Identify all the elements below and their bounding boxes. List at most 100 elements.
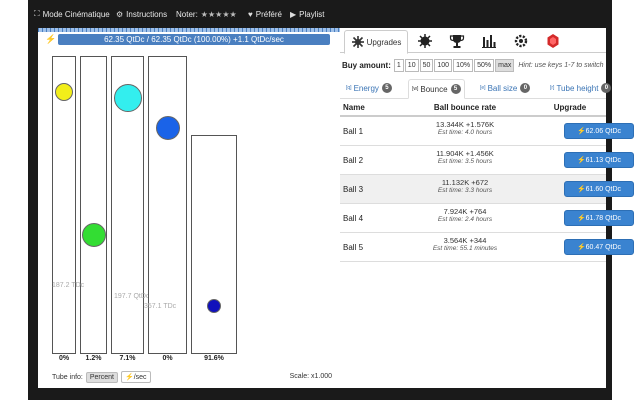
game-content: ⚡ 62.35 QtDc / 62.35 QtDc (100.00%) +1.1… — [38, 28, 634, 388]
subtab-label: Ball size — [487, 83, 518, 93]
upgrades-table: Name Ball bounce rate Upgrade Ball 1 13.… — [340, 99, 634, 262]
playlist-label: Playlist — [299, 9, 325, 19]
instructions-button[interactable]: ⚙ Instructions — [116, 8, 167, 20]
rate-value: 13.344K +1.576K — [435, 120, 495, 129]
table-row: Ball 3 11.132K +672 Est time: 3.3 hours … — [340, 175, 634, 204]
rate-est-time: Est time: 55.1 minutes — [432, 245, 498, 252]
rate-est-time: Est time: 2.4 hours — [437, 216, 493, 223]
tube-5 — [191, 135, 237, 354]
heart-icon: ♥ — [248, 9, 253, 19]
ball-name: Ball 4 — [343, 214, 364, 223]
game-window: ⛶ Mode Cinématique ⚙ Instructions Noter:… — [28, 0, 634, 400]
buy-amount-100[interactable]: 100 — [434, 58, 453, 72]
rating-stars[interactable]: ★★★★★ — [201, 10, 237, 19]
subtab-label: Bounce — [420, 84, 448, 94]
upgrade-button[interactable]: ⚡61.13 QtDc — [564, 152, 634, 168]
rating-label: Noter: — [176, 9, 198, 19]
buy-amount-10[interactable]: 10 — [404, 58, 419, 72]
energy-ruler — [38, 28, 340, 32]
playlist-button[interactable]: ▶ Playlist — [290, 8, 325, 20]
play-icon: ▶ — [290, 9, 297, 19]
buy-amount-50[interactable]: 50 — [419, 58, 434, 72]
subtab-ball-size[interactable]: [e] Ball size 0 — [480, 79, 531, 97]
tube-info-per-sec-button[interactable]: ⚡/sec — [121, 371, 151, 383]
rate-cell: 13.344K +1.576K Est time: 4.0 hours — [406, 117, 524, 136]
bar-chart-icon — [482, 35, 496, 48]
tab-trophies[interactable] — [444, 30, 470, 52]
rate-value: 3.564K +344 — [443, 236, 487, 245]
count-badge: 0 — [601, 83, 612, 93]
rate-est-time: Est time: 4.0 hours — [437, 129, 493, 136]
cinematic-mode-button[interactable]: ⛶ Mode Cinématique — [34, 8, 110, 20]
splat-icon — [418, 34, 432, 48]
table-header: Name Ball bounce rate Upgrade — [340, 99, 606, 117]
ball-name: Ball 2 — [343, 156, 364, 165]
favorite-button[interactable]: ♥ Préféré — [248, 8, 282, 20]
tab-upgrades[interactable]: Upgrades — [344, 30, 408, 54]
upgrade-button[interactable]: ⚡61.78 QtDc — [564, 210, 634, 226]
tube-label: 197.7 QtDc — [114, 293, 150, 300]
rate-est-time: Est time: 3.3 hours — [437, 187, 493, 194]
upgrade-button[interactable]: ⚡60.47 QtDc — [564, 239, 634, 255]
tube-info-percent-button[interactable]: Percent — [85, 371, 118, 383]
buy-amount-max[interactable]: max — [495, 58, 515, 72]
subtab-energy[interactable]: [q] Energy 5 — [346, 79, 392, 97]
buy-amount-row: Buy amount: 1 10 50 100 10% 50% max Hint… — [342, 58, 604, 72]
tube-info-label: Tube info: — [52, 373, 83, 381]
rating-widget[interactable]: Noter: ★★★★★ — [176, 8, 237, 20]
tubes-panel: ⚡ 62.35 QtDc / 62.35 QtDc (100.00%) +1.1… — [38, 28, 340, 388]
ruby-icon — [547, 34, 559, 48]
scale-readout: Scale: x1.000 — [289, 373, 332, 380]
tab-settings[interactable] — [508, 30, 534, 52]
ball-4 — [155, 115, 180, 140]
subtab-key: [r] — [550, 85, 555, 91]
buy-amount-50-percent[interactable]: 50% — [474, 58, 495, 72]
rate-cell: 11.904K +1.456K Est time: 3.5 hours — [406, 146, 524, 165]
subtab-label: Energy — [353, 83, 379, 93]
rate-value: 7.924K +764 — [443, 207, 487, 216]
expand-icon: ⛶ — [34, 9, 40, 18]
table-row: Ball 2 11.904K +1.456K Est time: 3.5 hou… — [340, 146, 634, 175]
ball-2 — [81, 222, 106, 247]
subtab-key: [e] — [480, 85, 486, 91]
top-toolbar: ⛶ Mode Cinématique ⚙ Instructions Noter:… — [28, 0, 612, 28]
rate-cell: 7.924K +764 Est time: 2.4 hours — [406, 204, 524, 223]
tube-info: Tube info: Percent ⚡/sec — [52, 370, 151, 384]
ball-name: Ball 1 — [343, 127, 364, 136]
tube-percent: 91.6% — [204, 355, 224, 362]
tab-gems[interactable] — [540, 30, 566, 52]
upgrade-button[interactable]: ⚡61.60 QtDc — [564, 181, 634, 197]
gear-icon: ⚙ — [116, 9, 124, 19]
favorite-label: Préféré — [255, 9, 282, 19]
ball-name: Ball 5 — [343, 243, 364, 252]
subtab-bounce[interactable]: [w] Bounce 5 — [408, 79, 465, 99]
instructions-label: Instructions — [126, 9, 168, 19]
buy-amount-label: Buy amount: — [342, 60, 391, 70]
header-rate: Ball bounce rate — [433, 103, 497, 112]
buy-amount-10-percent[interactable]: 10% — [453, 58, 474, 72]
burst-icon — [351, 36, 364, 48]
rate-est-time: Est time: 3.5 hours — [437, 158, 493, 165]
subtab-key: [q] — [346, 85, 352, 91]
ball-name: Ball 3 — [343, 185, 364, 194]
upgrades-panel: Upgrades Buy amount: 1 10 50 100 10% 50%… — [340, 28, 634, 388]
tab-statistics[interactable] — [476, 30, 502, 52]
main-tabs: Upgrades — [340, 28, 606, 54]
count-badge: 0 — [520, 83, 531, 93]
tab-achievements-splat[interactable] — [412, 30, 438, 52]
settings-icon — [514, 34, 528, 48]
upgrade-subtabs: [q] Energy 5 [w] Bounce 5 [e] Ball size … — [340, 77, 612, 99]
header-name: Name — [343, 103, 365, 112]
subtab-tube-height[interactable]: [r] Tube height 0 — [550, 79, 612, 97]
ball-1 — [55, 82, 73, 101]
buy-amount-1[interactable]: 1 — [393, 58, 404, 72]
subtab-label: Tube height — [556, 83, 599, 93]
count-badge: 5 — [381, 83, 392, 93]
rate-cell: 11.132K +672 Est time: 3.3 hours — [406, 175, 524, 194]
table-row: Ball 1 13.344K +1.576K Est time: 4.0 hou… — [340, 117, 634, 146]
ball-3 — [113, 83, 142, 112]
upgrade-button[interactable]: ⚡62.06 QtDc — [564, 123, 634, 139]
tube-2 — [80, 56, 107, 354]
cinematic-mode-label: Mode Cinématique — [42, 9, 110, 19]
header-upgrade: Upgrade — [553, 103, 587, 112]
